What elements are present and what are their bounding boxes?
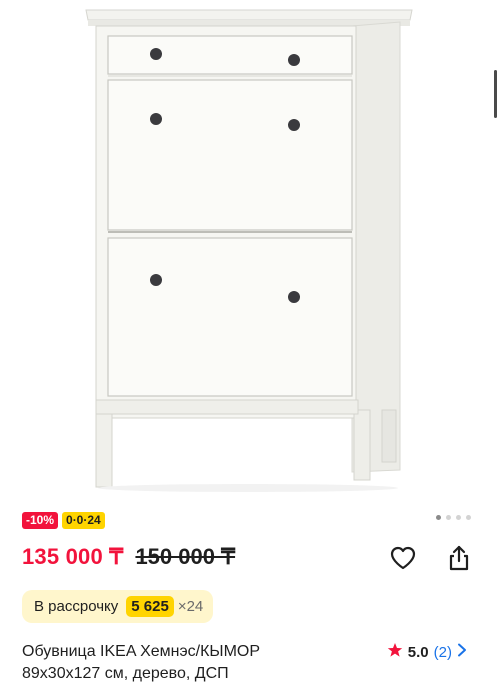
installment-amount: 5 625 <box>126 596 174 617</box>
gallery-dot-2[interactable] <box>446 515 451 520</box>
badges-row: -10% 0·0·24 <box>22 512 105 529</box>
gallery-dot-4[interactable] <box>466 515 471 520</box>
gallery-dot-3[interactable] <box>456 515 461 520</box>
installment-months: ×24 <box>177 598 204 615</box>
rating-value: 5.0 <box>407 643 429 661</box>
heart-icon[interactable] <box>389 544 417 572</box>
old-price: 150 000 ₸ <box>135 544 236 569</box>
gallery-dot-1[interactable] <box>436 515 441 520</box>
current-price: 135 000 ₸ <box>22 544 124 569</box>
rating-summary[interactable]: 5.0 (2) <box>387 641 467 663</box>
share-icon[interactable] <box>445 544 473 572</box>
product-actions <box>389 544 473 572</box>
product-image[interactable] <box>0 0 497 505</box>
installment-label: В рассрочку <box>34 598 119 615</box>
product-title-line-1: Обувница IKEA Хемнэс/КЫМОР <box>22 643 261 660</box>
chevron-right-icon[interactable] <box>457 643 467 662</box>
shoe-cabinet-illustration <box>85 9 413 492</box>
gallery-pagination[interactable] <box>436 515 471 520</box>
installment-option[interactable]: В рассрочку 5 625 ×24 <box>22 590 214 623</box>
price-row: 135 000 ₸ 150 000 ₸ <box>22 544 235 570</box>
product-title-line-2: 89х30х127 см, дерево, ДСП <box>22 665 229 682</box>
discount-badge: -10% <box>22 512 59 529</box>
product-title: Обувница IKEA Хемнэс/КЫМОР 89х30х127 см,… <box>22 641 352 685</box>
installment-badge: 0·0·24 <box>62 512 105 529</box>
star-icon <box>387 642 403 663</box>
review-count[interactable]: (2) <box>434 644 452 661</box>
